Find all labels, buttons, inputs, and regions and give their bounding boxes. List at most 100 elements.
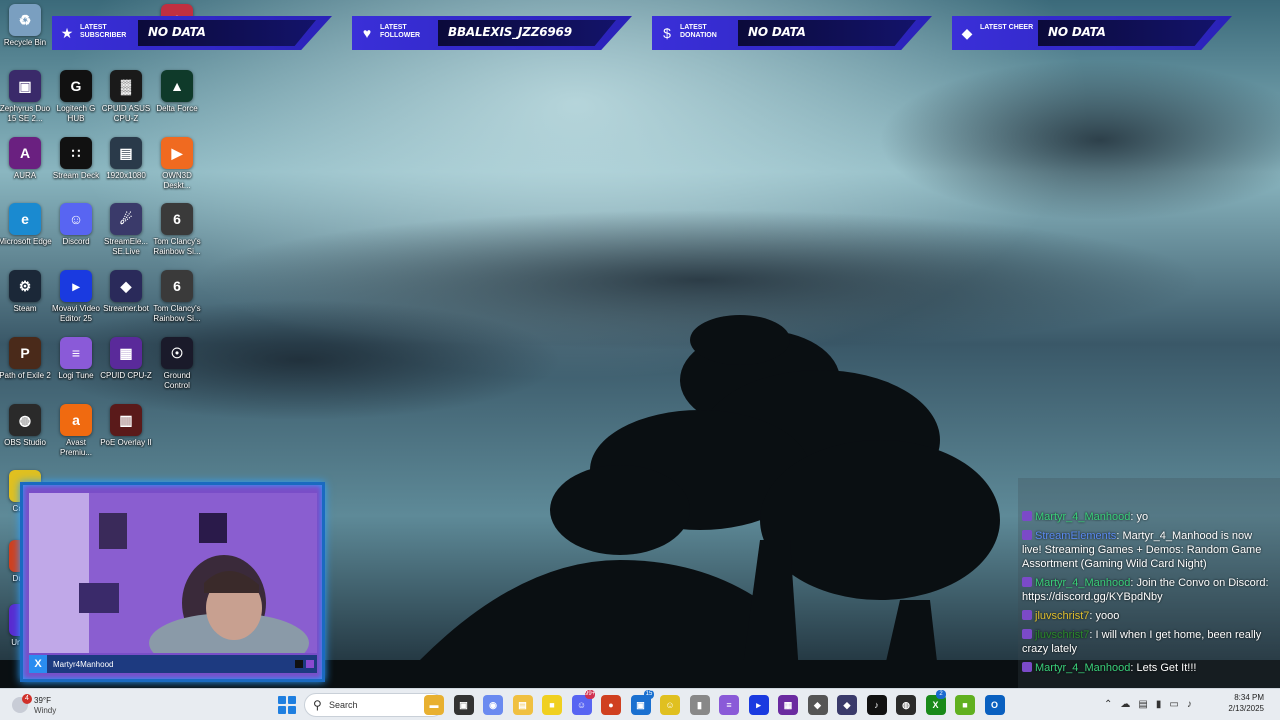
desktop-icon-label: Streamer.bot: [103, 304, 149, 313]
taskbar-app-notes[interactable]: ■: [542, 695, 562, 715]
webcam-square-purple: [306, 660, 314, 668]
desktop-icon-streamer-bot[interactable]: ◆ Streamer.bot: [99, 270, 153, 314]
ground-control-icon: ☉: [161, 337, 193, 369]
banner-latest-subscriber: ★ Latest Subscriber NO DATA: [52, 16, 332, 50]
desktop-icon-stream-deck[interactable]: ∷ Stream Deck: [49, 137, 103, 181]
stream-deck-icon: ∷: [60, 137, 92, 169]
desktop-icon-ground-control[interactable]: ☉ Ground Control: [150, 337, 204, 391]
recycle-bin-icon: ♻: [9, 4, 41, 36]
cpuid-cpuz-asus-icon: ▓: [110, 70, 142, 102]
weather-widget[interactable]: 4 39°F Windy: [8, 692, 88, 718]
banner-icon: ★: [60, 25, 74, 41]
desktop-icon-label: Logitech G HUB: [56, 104, 96, 123]
chat-username: Martyr_4_Manhood: [1035, 577, 1131, 589]
taskbar-app-obs-tb[interactable]: ◍: [896, 695, 916, 715]
taskbar-app-logi-tb[interactable]: ≡: [719, 695, 739, 715]
desktop-icon-obs-studio[interactable]: ◍ OBS Studio: [0, 404, 52, 448]
search-placeholder: Search: [329, 700, 358, 710]
banner-latest-cheer: ◆ Latest Cheer NO DATA: [952, 16, 1232, 50]
desktop-icon-rainbow-six-2[interactable]: 6 Tom Clancy's Rainbow Si...: [150, 270, 204, 324]
taskbar-app-tiktok-tb[interactable]: ♪: [866, 695, 887, 715]
steam-icon: ⚙: [9, 270, 41, 302]
zephyrus-icon: ▣: [9, 70, 41, 102]
desktop-icon-label: Stream Deck: [52, 171, 100, 180]
desktop-icon-label: Avast Premiu...: [59, 438, 92, 457]
chat-message: jluvschrist7: yooo: [1022, 609, 1272, 623]
taskbar-app-movavi-tb[interactable]: ▸: [748, 695, 769, 715]
desktop-icon-delta-force[interactable]: ▲ Delta Force: [150, 70, 204, 114]
weather-condition: Windy: [34, 706, 57, 715]
delta-force-icon: ▲: [161, 70, 193, 102]
search-box[interactable]: ⚲ Search: [304, 693, 444, 717]
taskbar-app-nvidia-tb[interactable]: ■: [955, 695, 975, 715]
chat-username: jluvschrist7: [1035, 629, 1090, 641]
speaker-icon[interactable]: ♪: [1187, 697, 1192, 713]
desktop-icon-logitech-g-hub[interactable]: G Logitech G HUB: [49, 70, 103, 124]
taskbar-app-rgb-tb[interactable]: ▦: [778, 695, 798, 715]
taskbar-app-file-folder[interactable]: ▬: [424, 695, 444, 715]
display-icon[interactable]: ▭: [1169, 697, 1178, 713]
desktop-icon-avast[interactable]: a Avast Premiu...: [49, 404, 103, 458]
desktop-icon-steam[interactable]: ⚙ Steam: [0, 270, 52, 314]
desktop-icon-own3d[interactable]: ▶ OWN3D Deskt...: [150, 137, 204, 191]
streamelements-icon: ☄: [110, 203, 142, 235]
banner-icon: ♥: [362, 25, 372, 41]
taskbar-app-app-tb-1[interactable]: ◆: [807, 695, 828, 715]
twitch-badge-icon: [1022, 530, 1032, 540]
desktop-icon-img-1920[interactable]: ▤ 1920x1080: [99, 137, 153, 181]
desktop-icon-zephyrus[interactable]: ▣ Zephyrus Duo 15 SE 2...: [0, 70, 52, 124]
desktop-icon-streamelements[interactable]: ☄ StreamEle... SE.Live: [99, 203, 153, 257]
cpuid-cpuz-icon: ▦: [110, 337, 142, 369]
desktop-icon-movavi[interactable]: ▸ Movavi Video Editor 25: [49, 270, 103, 324]
desktop-icon-label: Steam: [13, 304, 37, 313]
taskbar-app-outlook2-tb[interactable]: O: [984, 695, 1005, 715]
taskbar-app-copilot[interactable]: ◉: [483, 695, 503, 715]
mic-icon[interactable]: ▮: [1156, 697, 1162, 713]
network-icon[interactable]: ▤: [1138, 697, 1147, 713]
twitch-badge-icon: [1022, 629, 1032, 639]
chat-overlay: Martyr_4_Manhood: yo StreamElements: Mart…: [1018, 478, 1280, 688]
desktop-icon-poe-overlay[interactable]: ▥ PoE Overlay II: [99, 404, 153, 448]
chat-text: Lets Get It!!!: [1136, 662, 1197, 674]
taskbar-app-task-view[interactable]: ▣: [453, 695, 474, 715]
banner-icon: ◆: [961, 25, 973, 41]
chat-text: yo: [1136, 511, 1149, 523]
edge-icon: e: [9, 203, 41, 235]
taskbar-app-duckduckgo[interactable]: ●: [601, 695, 621, 715]
banner-kind: Latest Subscriber: [80, 24, 127, 39]
desktop-icon-label: Ground Control: [163, 371, 191, 390]
banner-value: NO DATA: [148, 25, 206, 39]
desktop-icon-edge[interactable]: e Microsoft Edge: [0, 203, 52, 247]
chevron-up-icon[interactable]: ⌃: [1104, 697, 1112, 713]
desktop-icon-logi-tune[interactable]: ≡ Logi Tune: [49, 337, 103, 381]
banner-value: NO DATA: [1048, 25, 1106, 39]
desktop-icon-path-of-exile-2[interactable]: P Path of Exile 2: [0, 337, 52, 381]
desktop-icon-label: OWN3D Deskt...: [162, 171, 192, 190]
cloud-sync-icon[interactable]: ☁: [1120, 697, 1130, 713]
search-icon: ⚲: [313, 698, 322, 712]
logi-tune-icon: ≡: [60, 337, 92, 369]
webcam-handle: Martyr4Manhood: [53, 659, 114, 669]
desktop-icon-cpuid-cpuz[interactable]: ▦ CPUID CPU-Z: [99, 337, 153, 381]
desktop-icon-aura[interactable]: A AURA: [0, 137, 52, 181]
taskbar-app-crowd-tb[interactable]: ☺: [660, 695, 680, 715]
taskbar-app-mic-tb[interactable]: ▮: [689, 695, 710, 715]
desktop-icon-recycle-bin[interactable]: ♻ Recycle Bin: [0, 4, 52, 48]
rainbow-six-2-icon: 6: [161, 270, 193, 302]
desktop-icon-label: Zephyrus Duo 15 SE 2...: [0, 104, 51, 123]
desktop-icon-discord[interactable]: ☺ Discord: [49, 203, 103, 247]
twitch-badge-icon: [1022, 577, 1032, 587]
start-button[interactable]: [278, 696, 296, 714]
img-1920-icon: ▤: [110, 137, 142, 169]
banner-kind: Latest Follower: [380, 24, 421, 39]
logitech-g-hub-icon: G: [60, 70, 92, 102]
taskbar-app-app-tb-2[interactable]: ◆: [837, 695, 857, 715]
x-icon: X: [29, 655, 47, 673]
desktop-icon-cpuid-cpuz-asus[interactable]: ▓ CPUID ASUS CPU-Z: [99, 70, 153, 124]
desktop-icon-rainbow-six-1[interactable]: 6 Tom Clancy's Rainbow Si...: [150, 203, 204, 257]
clock[interactable]: 8:34 PM 2/13/2025: [1224, 693, 1264, 713]
desktop-icon-label: Recycle Bin: [3, 38, 47, 47]
taskbar-app-file-explorer[interactable]: ▤: [512, 695, 533, 715]
taskbar-badge-outlook: 15: [644, 690, 654, 699]
chat-text: yooo: [1095, 610, 1120, 622]
